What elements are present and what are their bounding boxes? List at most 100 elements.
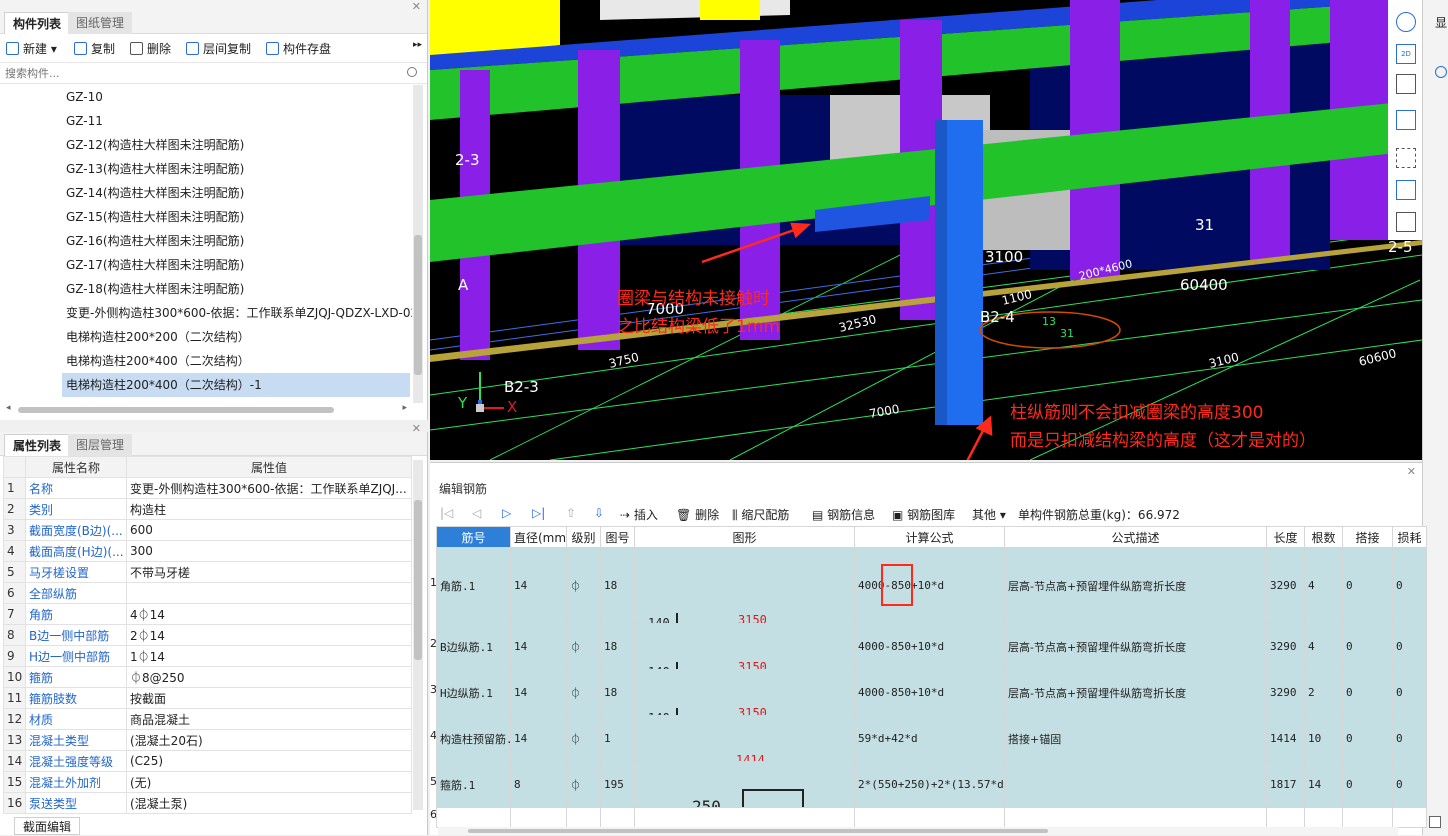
checkbox[interactable] — [1429, 816, 1441, 828]
tab-component-list[interactable]: 构件列表 — [4, 12, 71, 34]
table-row[interactable]: B边纵筋.114⏀18 140 31504000-850+10*d层高-节点高+… — [436, 623, 1427, 670]
property-row[interactable]: 14 混凝土强度等级 (C25) — [3, 750, 412, 772]
list-hscrollbar[interactable]: ◂ ▸ — [4, 403, 409, 416]
list-item[interactable]: GZ-16(构造柱大样图未注明配筋) — [0, 229, 412, 253]
cell-count[interactable]: 4 — [1304, 547, 1343, 624]
list-vscrollbar[interactable] — [413, 85, 423, 403]
scale-rebar-button[interactable]: ⫼ 缩尺配筋 — [732, 506, 789, 523]
cell-formula[interactable]: 4000-850+10*d — [854, 547, 1005, 624]
cell-shape[interactable]: 140 3150 — [634, 623, 855, 670]
cell-count[interactable]: 14 — [1304, 761, 1343, 808]
cell-diameter[interactable]: 14 — [510, 669, 567, 716]
col-bar-no[interactable]: 筋号 — [436, 526, 511, 548]
cell-fig-no[interactable]: 18 — [600, 623, 635, 670]
list-item[interactable]: 电梯构造柱200*400（二次结构） — [0, 349, 412, 373]
section-edit-button[interactable]: 截面编辑 — [14, 817, 81, 835]
table-row[interactable]: 构造柱预留筋.114⏀1 1414 59*d+42*d搭接+锚固14141000 — [436, 715, 1427, 762]
more-icon[interactable]: ▸▸ — [413, 40, 422, 50]
cell-bar-no[interactable]: 角筋.1 — [436, 547, 511, 624]
cell-shape[interactable] — [634, 807, 855, 828]
property-value[interactable]: 变更-外侧构造柱300*600-依据：工作联系单ZJQJ... — [126, 477, 412, 499]
delete-row-button[interactable]: 🗑 删除 — [676, 506, 719, 523]
col-grade[interactable]: 级别 — [566, 526, 601, 548]
cell-formula-desc[interactable]: 层高-节点高+预留埋件纵筋弯折长度 — [1004, 669, 1267, 716]
property-row[interactable]: 7 角筋 4⏀14 — [3, 603, 412, 625]
property-row[interactable]: 1 名称 变更-外侧构造柱300*600-依据：工作联系单ZJQJ... — [3, 477, 412, 499]
search-input[interactable] — [0, 63, 380, 83]
property-value[interactable]: 600 — [126, 519, 412, 541]
cell-bar-no[interactable]: 箍筋.1 — [436, 761, 511, 808]
property-row[interactable]: 16 泵送类型 (混凝土泵) — [3, 792, 412, 814]
radio-icon[interactable] — [1435, 66, 1447, 78]
cell-bar-no[interactable]: H边纵筋.1 — [436, 669, 511, 716]
first-icon[interactable]: |◁ — [440, 506, 453, 520]
table-row[interactable]: 箍筋.18⏀195 250 5502*(550+250)+2*(13.57*d)… — [436, 761, 1427, 808]
prop-vscrollbar[interactable] — [413, 460, 423, 810]
property-row[interactable]: 9 H边一侧中部筋 1⏀14 — [3, 645, 412, 667]
insert-button[interactable]: ⇢ 插入 — [620, 506, 658, 523]
list-item[interactable]: GZ-12(构造柱大样图未注明配筋) — [0, 133, 412, 157]
move-down-icon[interactable]: ⇩ — [594, 506, 604, 520]
cell-lap[interactable]: 0 — [1342, 623, 1393, 670]
cell-grade[interactable] — [566, 807, 601, 828]
cell-fig-no[interactable] — [600, 807, 635, 828]
cell-formula[interactable]: 2*(550+250)+2*(13.57*d) — [854, 761, 1005, 808]
cell-fig-no[interactable]: 1 — [600, 715, 635, 762]
cell-diameter[interactable] — [510, 807, 567, 828]
cell-grade[interactable]: ⏀ — [566, 761, 601, 808]
cell-length[interactable]: 3290 — [1266, 669, 1305, 716]
property-value[interactable]: 300 — [126, 540, 412, 562]
list-item[interactable]: GZ-15(构造柱大样图未注明配筋) — [0, 205, 412, 229]
cell-length[interactable]: 3290 — [1266, 547, 1305, 624]
table-row[interactable]: 角筋.1 14 ⏀ 18 140 3150 4000-850+10*d 层高-节点高+预留… — [436, 547, 1427, 624]
copy-button[interactable]: 复制 — [74, 40, 115, 57]
cell-fig-no[interactable]: 18 — [600, 547, 635, 624]
table-row[interactable] — [436, 807, 1427, 828]
property-row[interactable]: 13 混凝土类型 (混凝土20石) — [3, 729, 412, 751]
property-row[interactable]: 5 马牙槎设置 不带马牙槎 — [3, 561, 412, 583]
property-row[interactable]: 11 箍筋肢数 按截面 — [3, 687, 412, 709]
other-menu[interactable]: 其他 ▾ — [972, 506, 1006, 523]
move-up-icon[interactable]: ⇧ — [566, 506, 576, 520]
property-value[interactable]: (混凝土泵) — [126, 792, 412, 814]
cell-lap[interactable]: 0 — [1342, 761, 1393, 808]
render-icon[interactable] — [1396, 180, 1416, 200]
cell-diameter[interactable]: 14 — [510, 623, 567, 670]
cell-loss[interactable]: 0 — [1392, 623, 1427, 670]
save-component-button[interactable]: 构件存盘 — [266, 40, 331, 57]
cell-formula[interactable]: 4000-850+10*d — [854, 669, 1005, 716]
next-icon[interactable]: ▷ — [502, 506, 511, 520]
tab-drawing-manage[interactable]: 图纸管理 — [68, 12, 133, 34]
scroll-right-icon[interactable]: ▸ — [402, 403, 407, 413]
property-value[interactable]: (混凝土20石) — [126, 729, 412, 751]
cell-grade[interactable]: ⏀ — [566, 669, 601, 716]
property-value[interactable]: ⏀8@250 — [126, 666, 412, 688]
cell-loss[interactable]: 0 — [1392, 715, 1427, 762]
col-fig-no[interactable]: 图号 — [600, 526, 635, 548]
property-row[interactable]: 6 全部纵筋 — [3, 582, 412, 604]
cell-lap[interactable]: 0 — [1342, 669, 1393, 716]
cell-grade[interactable]: ⏀ — [566, 547, 601, 624]
property-value[interactable]: 2⏀14 — [126, 624, 412, 646]
property-value[interactable]: 4⏀14 — [126, 603, 412, 625]
cell-count[interactable]: 2 — [1304, 669, 1343, 716]
orbit-icon[interactable] — [1396, 12, 1416, 32]
cell-shape[interactable]: 140 3150 — [634, 547, 855, 624]
col-count[interactable]: 根数 — [1304, 526, 1343, 548]
cell-fig-no[interactable]: 18 — [600, 669, 635, 716]
rebar-hscrollbar[interactable] — [438, 827, 1398, 835]
cell-shape[interactable]: 140 3150 — [634, 669, 855, 716]
list-item[interactable]: GZ-13(构造柱大样图未注明配筋) — [0, 157, 412, 181]
search-icon[interactable] — [407, 67, 417, 77]
col-loss[interactable]: 损耗 — [1392, 526, 1427, 548]
cell-count[interactable]: 10 — [1304, 715, 1343, 762]
cell-formula-desc[interactable] — [1004, 761, 1267, 808]
cell-formula[interactable] — [854, 807, 1005, 828]
col-lap[interactable]: 搭接 — [1342, 526, 1393, 548]
tab-property-list[interactable]: 属性列表 — [4, 434, 71, 456]
cell-lap[interactable]: 0 — [1342, 715, 1393, 762]
cell-formula-desc[interactable]: 层高-节点高+预留埋件纵筋弯折长度 — [1004, 623, 1267, 670]
hscroll-thumb[interactable] — [18, 407, 334, 413]
property-value[interactable]: (C25) — [126, 750, 412, 772]
list-item[interactable]: GZ-10 — [0, 85, 412, 109]
